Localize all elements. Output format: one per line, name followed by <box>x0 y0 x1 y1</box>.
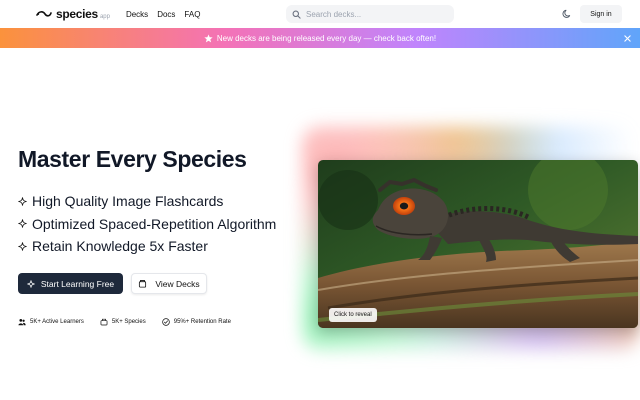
moon-icon <box>562 9 571 18</box>
announcement-banner: New decks are being released every day —… <box>0 28 640 48</box>
logo-text: species <box>56 7 98 21</box>
search-icon <box>292 10 301 19</box>
theme-toggle[interactable] <box>560 7 574 21</box>
check-circle-icon <box>162 318 170 326</box>
feature-list: High Quality Image Flashcards Optimized … <box>18 190 276 258</box>
feature-text: Optimized Spaced-Repetition Algorithm <box>32 215 277 232</box>
lizard-logo-icon <box>36 11 52 17</box>
stat-text: 5K+ Species <box>111 319 146 325</box>
click-to-reveal-button[interactable]: Click to reveal <box>329 308 377 322</box>
main-nav: Decks Docs FAQ <box>126 10 200 19</box>
logo-subtext: app <box>99 14 110 20</box>
feature-item: High Quality Image Flashcards <box>18 190 276 213</box>
stat-species: 5K+ Species <box>100 318 146 326</box>
species-icon <box>100 318 108 326</box>
search-box[interactable] <box>286 5 454 23</box>
stat-text: 95%+ Retention Rate <box>173 319 231 325</box>
lizard-photo <box>318 160 638 328</box>
start-learning-button[interactable]: Start Learning Free <box>18 273 123 294</box>
sparkle-icon <box>18 197 27 206</box>
sparkle-icon <box>18 242 27 251</box>
feature-item: Optimized Spaced-Repetition Algorithm <box>18 213 276 236</box>
cards-icon <box>139 280 147 288</box>
view-decks-button[interactable]: View Decks <box>131 273 207 294</box>
stat-text: 5K+ Active Learners <box>30 319 84 325</box>
banner-text: New decks are being released every day —… <box>216 33 437 43</box>
stats-row: 5K+ Active Learners 5K+ Species 95%+ Ret… <box>18 318 247 326</box>
sign-in-button[interactable]: Sign in <box>580 5 622 23</box>
hero-title: Master Every Species <box>18 146 247 172</box>
stat-learners: 5K+ Active Learners <box>18 318 84 326</box>
search-input[interactable] <box>306 9 436 19</box>
sparkle-icon <box>27 279 35 288</box>
view-decks-label: View Decks <box>155 278 200 289</box>
sparkle-icon <box>18 219 27 228</box>
logo[interactable]: species app <box>36 7 110 21</box>
start-learning-label: Start Learning Free <box>40 278 115 289</box>
nav-decks[interactable]: Decks <box>126 10 148 19</box>
feature-item: Retain Knowledge 5x Faster <box>18 235 276 258</box>
star-icon <box>204 33 213 42</box>
flashcard-image[interactable] <box>318 160 638 328</box>
nav-docs[interactable]: Docs <box>157 10 175 19</box>
feature-text: Retain Knowledge 5x Faster <box>32 238 208 255</box>
users-icon <box>18 319 26 326</box>
nav-faq[interactable]: FAQ <box>184 10 200 19</box>
stat-retention: 95%+ Retention Rate <box>162 318 231 326</box>
close-icon <box>623 34 631 42</box>
feature-text: High Quality Image Flashcards <box>32 193 224 210</box>
banner-close-button[interactable] <box>622 33 632 43</box>
site-header: species app Decks Docs FAQ Sign in <box>0 0 640 28</box>
